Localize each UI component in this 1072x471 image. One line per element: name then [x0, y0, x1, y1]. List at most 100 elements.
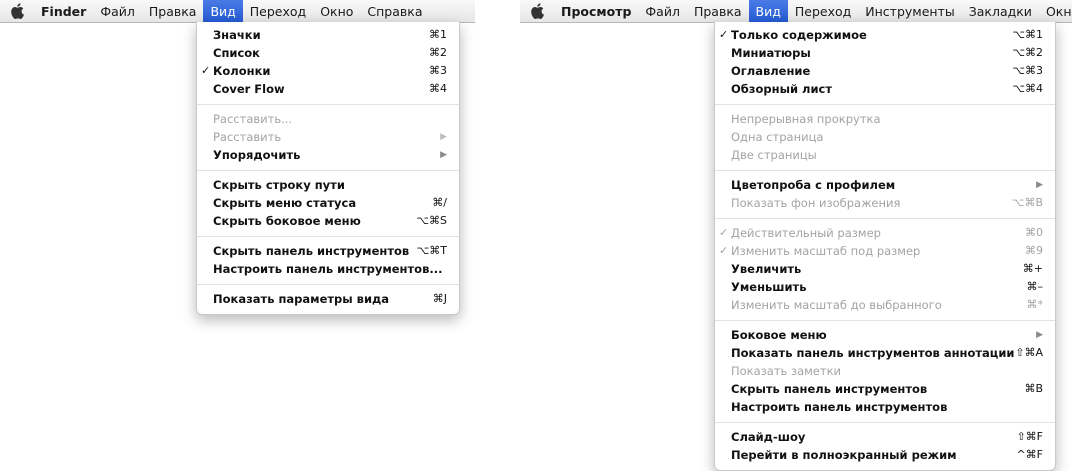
menu-item-скрыть-панель-инструментов[interactable]: Скрыть панель инструментов ⌥⌘T	[197, 242, 459, 260]
menu-item-скрыть-меню-статуса[interactable]: Скрыть меню статуса ⌘/	[197, 194, 459, 212]
apple-menu-icon[interactable]	[520, 0, 554, 22]
menubar-item-правка[interactable]: Правка	[142, 0, 204, 22]
menu-item-расставить: Расставить ▶	[197, 128, 459, 146]
menu-item-список[interactable]: Список ⌘2	[197, 44, 459, 62]
menu-item-label: Непрерывная прокрутка	[731, 112, 881, 126]
menubar-item-вид[interactable]: Вид	[748, 0, 788, 22]
menubar-item-файл[interactable]: Файл	[638, 0, 687, 22]
menu-item-показать-фон-изображения: Показать фон изображения ⌥⌘B	[715, 194, 1055, 212]
menu-item-упорядочить[interactable]: Упорядочить ▶	[197, 146, 459, 164]
checkmark-icon: ✓	[719, 28, 729, 41]
menubar-item-правка[interactable]: Правка	[687, 0, 749, 22]
submenu-arrow-icon: ▶	[1036, 180, 1043, 190]
menu-item-label: Цветопроба с профилем	[731, 178, 896, 192]
keyboard-shortcut: ⌘/	[432, 196, 447, 209]
keyboard-shortcut: ⇧⌘F	[1016, 430, 1043, 443]
keyboard-shortcut: ⌥⌘2	[1012, 46, 1043, 59]
keyboard-shortcut: ⌥⌘3	[1012, 64, 1043, 77]
menu-item-обзорный-лист[interactable]: Обзорный лист ⌥⌘4	[715, 80, 1055, 98]
menu-separator	[715, 218, 1055, 219]
submenu-arrow-icon: ▶	[440, 150, 447, 160]
menu-item-label: Cover Flow	[213, 82, 285, 96]
keyboard-shortcut: ⌥⌘T	[416, 244, 447, 257]
keyboard-shortcut: ⌘9	[1025, 244, 1043, 257]
menu-item-label: Настроить панель инструментов	[731, 400, 948, 414]
menu-separator	[197, 236, 459, 237]
menu-item-боковое-меню[interactable]: Боковое меню ▶	[715, 326, 1055, 344]
keyboard-shortcut: ⌘1	[429, 28, 447, 41]
menu-item-label: Оглавление	[731, 64, 811, 78]
menu-item-label: Скрыть боковое меню	[213, 214, 361, 228]
keyboard-shortcut: ⌘3	[429, 64, 447, 77]
checkmark-icon: ✓	[719, 226, 729, 239]
menu-item-label: Перейти в полноэкранный режим	[731, 448, 957, 462]
menu-item-label: Две страницы	[731, 148, 817, 162]
menubar-item-просмотр[interactable]: Просмотр	[554, 0, 638, 22]
keyboard-shortcut: ^⌘F	[1016, 448, 1043, 461]
menu-item-только-содержимое[interactable]: ✓ Только содержимое ⌥⌘1	[715, 26, 1055, 44]
keyboard-shortcut: ⌥⌘4	[1012, 82, 1043, 95]
menu-item-label: Скрыть панель инструментов	[731, 382, 928, 396]
menu-item-скрыть-строку-пути[interactable]: Скрыть строку пути	[197, 176, 459, 194]
menu-item-label: Только содержимое	[731, 28, 867, 42]
menubar-item-переход[interactable]: Переход	[788, 0, 858, 22]
menu-item-label: Изменить масштаб до выбранного	[731, 298, 942, 312]
menu-item-скрыть-панель-инструментов[interactable]: Скрыть панель инструментов ⌘B	[715, 380, 1055, 398]
menu-item-настроить-панель-инструментов[interactable]: Настроить панель инструментов	[715, 398, 1055, 416]
menu-item-label: Слайд-шоу	[731, 430, 806, 444]
keyboard-shortcut: ⌘–	[1026, 280, 1044, 293]
menu-item-label: Действительный размер	[731, 226, 881, 240]
menu-item-изменить-масштаб-до-выбранного: Изменить масштаб до выбранного ⌘*	[715, 296, 1055, 314]
apple-menu-icon[interactable]	[0, 0, 34, 22]
menu-item-цветопроба-с-профилем[interactable]: Цветопроба с профилем ▶	[715, 176, 1055, 194]
menu-item-label: Миниатюры	[731, 46, 811, 60]
menu-item-label: Показать заметки	[731, 364, 842, 378]
keyboard-shortcut: ⌘2	[429, 46, 447, 59]
menu-item-label: Одна страница	[731, 130, 824, 144]
menubar-item-инструменты[interactable]: Инструменты	[858, 0, 961, 22]
menu-item-cover-flow[interactable]: Cover Flow ⌘4	[197, 80, 459, 98]
menu-item-слайд-шоу[interactable]: Слайд-шоу ⇧⌘F	[715, 428, 1055, 446]
menu-item-значки[interactable]: Значки ⌘1	[197, 26, 459, 44]
menu-item-настроить-панель-инструментов[interactable]: Настроить панель инструментов...	[197, 260, 459, 278]
keyboard-shortcut: ⇧⌘A	[1015, 346, 1043, 359]
menu-separator	[197, 170, 459, 171]
menu-separator	[715, 104, 1055, 105]
keyboard-shortcut: ⌥⌘S	[416, 214, 447, 227]
menu-item-скрыть-боковое-меню[interactable]: Скрыть боковое меню ⌥⌘S	[197, 212, 459, 230]
menubar-finder: Finder Файл Правка Вид Переход Окно Справка	[0, 0, 475, 23]
menu-item-label: Скрыть меню статуса	[213, 196, 357, 210]
menubar-item-переход[interactable]: Переход	[243, 0, 313, 22]
menu-item-label: Показать панель инструментов аннотации	[731, 346, 1015, 360]
menu-item-две-страницы: Две страницы	[715, 146, 1055, 164]
menu-item-label: Скрыть строку пути	[213, 178, 345, 192]
menu-item-увеличить[interactable]: Увеличить ⌘+	[715, 260, 1055, 278]
menu-item-label: Расставить...	[213, 112, 293, 126]
menu-item-одна-страница: Одна страница	[715, 128, 1055, 146]
keyboard-shortcut: ⌥⌘1	[1012, 28, 1043, 41]
menu-item-уменьшить[interactable]: Уменьшить ⌘–	[715, 278, 1055, 296]
menu-item-колонки[interactable]: ✓ Колонки ⌘3	[197, 62, 459, 80]
menubar-item-файл[interactable]: Файл	[93, 0, 142, 22]
menu-item-показать-параметры-вида[interactable]: Показать параметры вида ⌘J	[197, 290, 459, 308]
keyboard-shortcut: ⌘J	[432, 292, 447, 305]
menu-item-оглавление[interactable]: Оглавление ⌥⌘3	[715, 62, 1055, 80]
menu-item-действительный-размер: ✓ Действительный размер ⌘0	[715, 224, 1055, 242]
submenu-arrow-icon: ▶	[440, 132, 447, 142]
menubar-item-справка[interactable]: Справка	[360, 0, 429, 22]
keyboard-shortcut: ⌘B	[1024, 382, 1043, 395]
keyboard-shortcut: ⌥⌘B	[1011, 196, 1043, 209]
menubar-item-вид[interactable]: Вид	[203, 0, 243, 22]
menubar-item-окно[interactable]: Окно	[313, 0, 360, 22]
keyboard-shortcut: ⌘0	[1025, 226, 1043, 239]
menu-item-показать-панель-инструментов-аннотации[interactable]: Показать панель инструментов аннотации ⇧⌘…	[715, 344, 1055, 362]
menu-separator	[197, 104, 459, 105]
menubar-item-закладки[interactable]: Закладки	[962, 0, 1039, 22]
menu-item-непрерывная-прокрутка: Непрерывная прокрутка	[715, 110, 1055, 128]
menu-item-изменить-масштаб-под-размер: ✓ Изменить масштаб под размер ⌘9	[715, 242, 1055, 260]
menu-item-перейти-в-полноэкранный-режим[interactable]: Перейти в полноэкранный режим ^⌘F	[715, 446, 1055, 464]
menu-separator	[197, 284, 459, 285]
menubar-item-finder[interactable]: Finder	[34, 0, 93, 22]
menu-item-миниатюры[interactable]: Миниатюры ⌥⌘2	[715, 44, 1055, 62]
menubar-item-окно[interactable]: Окно	[1039, 0, 1072, 22]
